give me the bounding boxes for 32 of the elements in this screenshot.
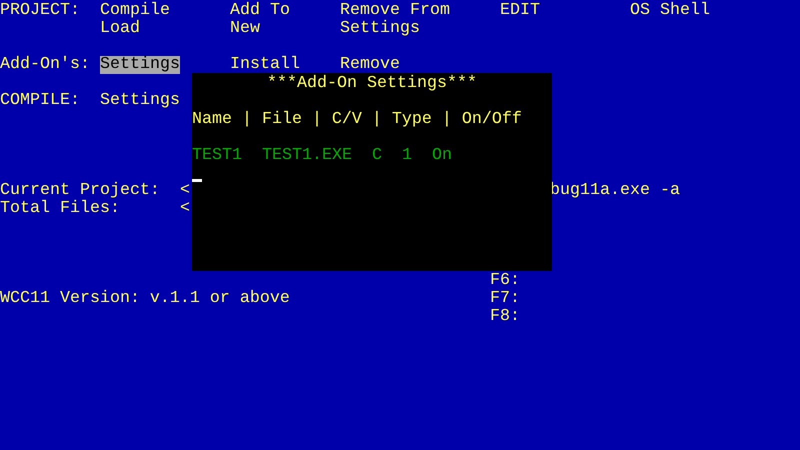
version-text: WCC11 Version: v.1.1 or above [0, 290, 290, 308]
menu-option[interactable]: Remove From [340, 2, 450, 20]
table-header: Name | File | C/V | Type | On/Off [192, 111, 522, 129]
menu-option[interactable]: EDIT [500, 2, 540, 20]
table-cell: On [432, 147, 452, 165]
status-label: Current Project: [0, 182, 160, 200]
status-marker: < [180, 182, 190, 200]
menu-option[interactable]: New [230, 20, 260, 38]
function-key-label: F6: [490, 272, 520, 290]
menu-option[interactable]: OS Shell [630, 2, 710, 20]
menu-label: PROJECT: [0, 2, 80, 20]
status-label: Total Files: [0, 200, 120, 218]
menu-option[interactable]: Settings [340, 20, 420, 38]
menu-option[interactable]: Settings [100, 56, 180, 74]
dialog-title: ***Add-On Settings*** [267, 75, 477, 93]
table-cell: C [372, 147, 382, 165]
function-key-label: F8: [490, 308, 520, 326]
function-key-label: F7: [490, 290, 520, 308]
menu-option[interactable]: Install [230, 56, 300, 74]
menu-option[interactable]: Settings [100, 92, 180, 110]
menu-label: Add-On's: [0, 56, 90, 74]
status-marker: < [180, 200, 190, 218]
menu-option[interactable]: Remove [340, 56, 400, 74]
menu-label: COMPILE: [0, 92, 80, 110]
menu-option[interactable]: Compile [100, 2, 170, 20]
menu-option[interactable]: Load [100, 20, 140, 38]
table-cell: 1 [402, 147, 412, 165]
table-cell: TEST1.EXE [262, 147, 352, 165]
text-cursor [192, 179, 202, 182]
menu-option[interactable]: Add To [230, 2, 290, 20]
table-cell: TEST1 [192, 147, 242, 165]
status-value: bug11a.exe -a [550, 182, 680, 200]
